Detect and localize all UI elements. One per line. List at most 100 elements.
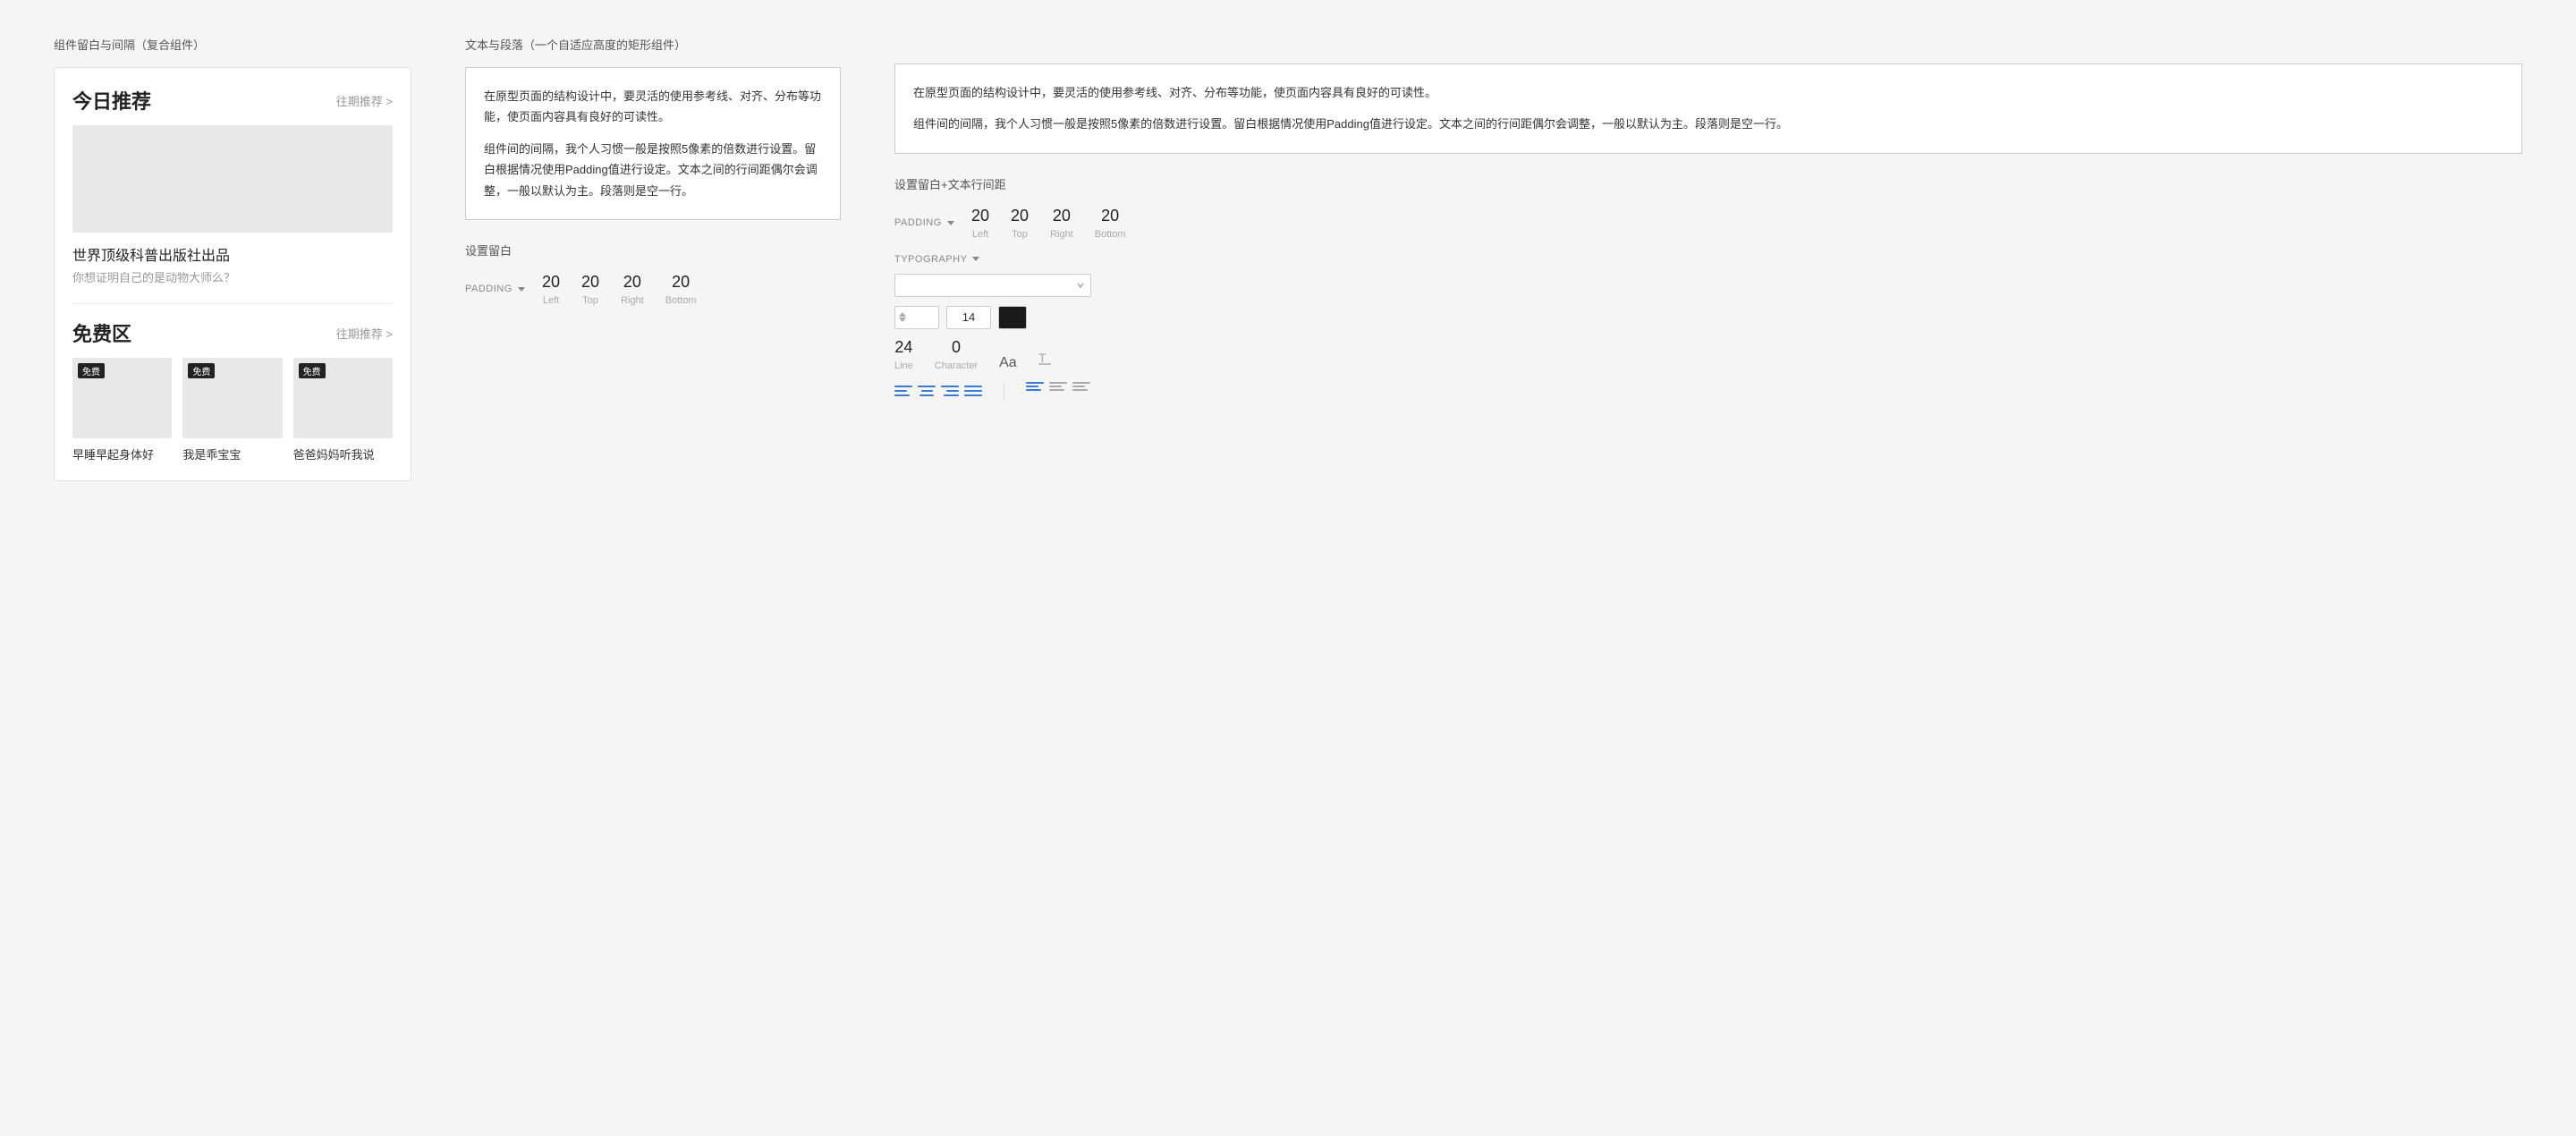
- middle-padding-section: 设置留白 PADDING 20 Left 20 Top 20: [465, 242, 841, 306]
- middle-padding-label: PADDING: [465, 284, 528, 294]
- today-rec-desc-title: 世界顶级科普出版社出品: [72, 243, 393, 265]
- padding-label-text: PADDING: [465, 284, 513, 294]
- free-item-name-1: 我是乖宝宝: [182, 445, 282, 462]
- line-height-value: 24: [894, 338, 913, 357]
- line-height-metric: 24 Line: [894, 338, 913, 371]
- padding-right-item: 20 Right: [621, 273, 644, 306]
- align-left-icon[interactable]: [894, 382, 912, 400]
- font-size-stepper[interactable]: [894, 306, 939, 329]
- right-panel: 在原型页面的结构设计中，要灵活的使用参考线、对齐、分布等功能，使页面内容具有良好…: [894, 36, 2522, 400]
- right-settings-title: 设置留白+文本行间距: [894, 175, 2522, 192]
- padding-top-item: 20 Top: [581, 273, 599, 306]
- middle-text-p2: 组件间的间隔，我个人习惯一般是按照5像素的倍数进行设置。留白根据情况使用Padd…: [484, 139, 822, 201]
- padding-bottom-item: 20 Bottom: [665, 273, 697, 306]
- stepper-down-icon[interactable]: [899, 318, 906, 322]
- para-align-top-icon[interactable]: [1026, 382, 1044, 391]
- right-padding-left-value: 20: [971, 207, 989, 225]
- padding-bottom-label: Bottom: [665, 295, 697, 306]
- font-size-input[interactable]: 14: [946, 306, 991, 329]
- line-char-row: 24 Line 0 Character Aa T: [894, 338, 2522, 371]
- today-rec-section: 今日推荐 往期推荐 > 世界顶级科普出版社出品 你想证明自己的是动物大师么？: [72, 86, 393, 285]
- middle-text-box: 在原型页面的结构设计中，要灵活的使用参考线、对齐、分布等功能，使页面内容具有良好…: [465, 67, 841, 220]
- middle-title-text: 文本与段落（一个自适应高度的矩形组件）: [465, 38, 686, 52]
- free-item-name-0: 早睡早起身体好: [72, 445, 172, 462]
- free-badge-2: 免费: [299, 363, 326, 378]
- free-badge-1: 免费: [188, 363, 215, 378]
- padding-bottom-value: 20: [665, 273, 697, 292]
- char-spacing-metric: 0 Character: [935, 338, 978, 371]
- typography-label: TYPOGRAPHY: [894, 254, 2522, 265]
- char-spacing-value: 0: [935, 338, 978, 357]
- right-padding-top-label: Top: [1012, 229, 1028, 240]
- para-align-middle-icon[interactable]: [1049, 382, 1067, 391]
- free-zone-header: 免费区 往期推荐 >: [72, 318, 393, 347]
- right-padding-left-label: Left: [972, 229, 988, 240]
- right-padding-right-item: 20 Right: [1050, 207, 1073, 240]
- today-rec-title: 今日推荐: [72, 86, 151, 114]
- free-items-list: 免费 早睡早起身体好 免费 我是乖宝宝 免费 爸爸妈妈: [72, 358, 393, 462]
- padding-left-item: 20 Left: [542, 273, 560, 306]
- svg-text:T: T: [1038, 351, 1046, 365]
- font-size-row: 14: [894, 306, 2522, 329]
- right-padding-label-text: PADDING: [894, 217, 942, 228]
- font-dropdown-row: [894, 274, 2522, 297]
- list-item: 免费 早睡早起身体好: [72, 358, 172, 462]
- free-zone-link[interactable]: 往期推荐 >: [336, 325, 393, 342]
- stepper-up-icon[interactable]: [899, 312, 906, 317]
- free-zone-section: 免费区 往期推荐 > 免费 早睡早起身体好 免费 我是乖宝宝: [72, 318, 393, 462]
- aa-icon: Aa: [999, 355, 1017, 371]
- today-rec-image: [72, 125, 393, 233]
- text-align-group: [894, 382, 982, 400]
- t-strikethrough-icon: T: [1038, 349, 1053, 371]
- right-padding-dropdown-icon[interactable]: [947, 221, 954, 225]
- color-swatch[interactable]: [998, 306, 1027, 329]
- middle-text-p1: 在原型页面的结构设计中，要灵活的使用参考线、对齐、分布等功能，使页面内容具有良好…: [484, 86, 822, 128]
- stepper-arrows[interactable]: [899, 312, 906, 322]
- free-item-image-1: 免费: [182, 358, 282, 438]
- today-rec-header: 今日推荐 往期推荐 >: [72, 86, 393, 114]
- today-rec-link[interactable]: 往期推荐 >: [336, 92, 393, 109]
- alignment-section: [894, 382, 2522, 400]
- align-right-icon[interactable]: [941, 382, 959, 400]
- right-text-p1: 在原型页面的结构设计中，要灵活的使用参考线、对齐、分布等功能，使页面内容具有良好…: [913, 82, 2504, 103]
- left-panel: 组件留白与间隔（复合组件） 今日推荐 往期推荐 > 世界顶级科普出版社出品 你想…: [54, 36, 411, 481]
- list-item: 免费 我是乖宝宝: [182, 358, 282, 462]
- font-dropdown[interactable]: [894, 274, 1091, 297]
- middle-section-title: 文本与段落（一个自适应高度的矩形组件）: [465, 36, 841, 53]
- middle-padding-row: PADDING 20 Left 20 Top 20 Right: [465, 273, 841, 306]
- left-section-title: 组件留白与间隔（复合组件）: [54, 36, 411, 53]
- char-spacing-label: Character: [935, 360, 978, 371]
- right-text-box: 在原型页面的结构设计中，要灵活的使用参考线、对齐、分布等功能，使页面内容具有良好…: [894, 64, 2522, 154]
- align-justify-icon[interactable]: [964, 382, 982, 400]
- align-center-icon[interactable]: [918, 382, 936, 400]
- padding-dropdown-icon[interactable]: [518, 287, 525, 292]
- card-divider: [72, 303, 393, 304]
- padding-left-label: Left: [543, 295, 559, 306]
- right-padding-bottom-label: Bottom: [1095, 229, 1126, 240]
- line-height-label: Line: [894, 360, 913, 371]
- free-item-image-0: 免费: [72, 358, 172, 438]
- typography-section: TYPOGRAPHY: [894, 254, 2522, 400]
- para-align-bottom-icon[interactable]: [1072, 382, 1090, 391]
- list-item: 免费 爸爸妈妈听我说: [293, 358, 393, 462]
- right-padding-label: PADDING: [894, 217, 957, 228]
- right-padding-left-item: 20 Left: [971, 207, 989, 240]
- right-padding-right-label: Right: [1050, 229, 1073, 240]
- text-style-icon: T: [1038, 349, 1053, 367]
- free-zone-title: 免费区: [72, 318, 131, 347]
- para-align-group: [1026, 382, 1090, 391]
- right-padding-values: 20 Left 20 Top 20 Right 20 Bottom: [971, 207, 1126, 240]
- font-size-value: 14: [962, 310, 975, 324]
- padding-right-label: Right: [621, 295, 644, 306]
- card-container: 今日推荐 往期推荐 > 世界顶级科普出版社出品 你想证明自己的是动物大师么？ 免…: [54, 67, 411, 481]
- middle-panel: 文本与段落（一个自适应高度的矩形组件） 在原型页面的结构设计中，要灵活的使用参考…: [465, 36, 841, 306]
- free-item-name-2: 爸爸妈妈听我说: [293, 445, 393, 462]
- free-badge-0: 免费: [78, 363, 105, 378]
- middle-padding-values: 20 Left 20 Top 20 Right 20 Bottom: [542, 273, 697, 306]
- padding-right-value: 20: [621, 273, 644, 292]
- dropdown-chevron-icon: [1076, 281, 1085, 290]
- free-item-image-2: 免费: [293, 358, 393, 438]
- right-padding-row: PADDING 20 Left 20 Top 20 Right: [894, 207, 2522, 240]
- right-padding-right-value: 20: [1050, 207, 1073, 225]
- typography-dropdown-icon[interactable]: [972, 257, 979, 261]
